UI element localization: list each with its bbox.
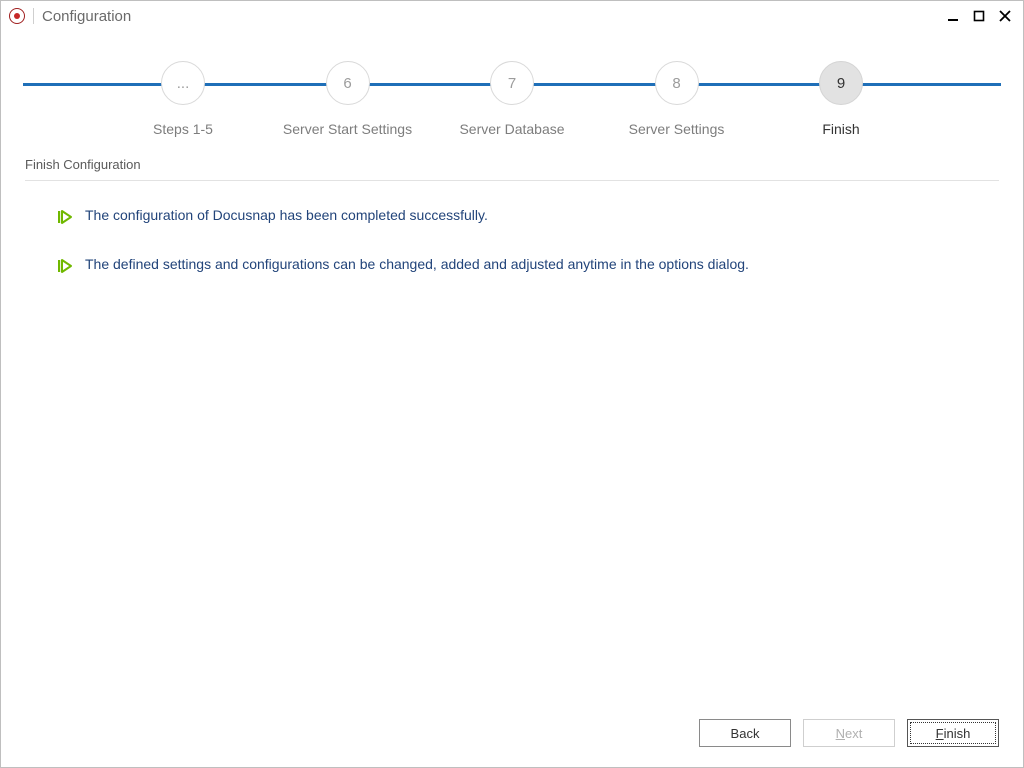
wizard-step-6[interactable]: 6 Server Start Settings [268, 61, 428, 137]
finish-message-1: The configuration of Docusnap has been c… [57, 207, 999, 228]
wizard-progress: ... Steps 1-5 6 Server Start Settings 7 … [23, 61, 1001, 131]
step-bubble: 9 [819, 61, 863, 105]
step-bubble: 7 [490, 61, 534, 105]
step-label: Steps 1-5 [153, 121, 213, 137]
window-controls [945, 8, 1017, 24]
close-button[interactable] [997, 8, 1013, 24]
step-bubble: 8 [655, 61, 699, 105]
titlebar: Configuration [1, 1, 1023, 31]
step-bubble: 6 [326, 61, 370, 105]
wizard-step-8[interactable]: 8 Server Settings [597, 61, 757, 137]
configuration-window: Configuration ... Steps 1-5 6 [0, 0, 1024, 768]
maximize-button[interactable] [971, 8, 987, 24]
window-title: Configuration [42, 8, 131, 25]
titlebar-divider [33, 8, 34, 24]
step-label: Server Database [459, 121, 564, 137]
finish-message-2: The defined settings and configurations … [57, 256, 999, 277]
app-icon [9, 8, 25, 24]
step-bubble: ... [161, 61, 205, 105]
wizard-footer: Back Next Finish [1, 719, 1023, 755]
finish-message-text: The defined settings and configurations … [85, 256, 749, 272]
finish-button[interactable]: Finish [907, 719, 999, 747]
play-forward-icon [57, 258, 73, 277]
wizard-step-9[interactable]: 9 Finish [761, 61, 921, 137]
finish-body: The configuration of Docusnap has been c… [1, 181, 1023, 305]
next-button: Next [803, 719, 895, 747]
section-title: Finish Configuration [25, 157, 999, 172]
content: ... Steps 1-5 6 Server Start Settings 7 … [1, 31, 1023, 767]
step-label: Server Start Settings [283, 121, 412, 137]
back-button[interactable]: Back [699, 719, 791, 747]
wizard-step-7[interactable]: 7 Server Database [432, 61, 592, 137]
minimize-button[interactable] [945, 8, 961, 24]
play-forward-icon [57, 209, 73, 228]
finish-message-text: The configuration of Docusnap has been c… [85, 207, 488, 223]
wizard-step-1to5[interactable]: ... Steps 1-5 [103, 61, 263, 137]
step-label: Server Settings [629, 121, 725, 137]
step-label: Finish [822, 121, 859, 137]
